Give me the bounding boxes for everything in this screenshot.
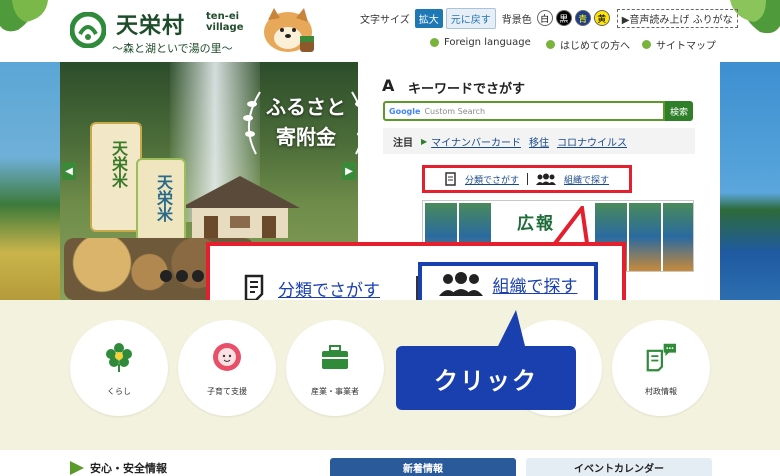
- keyword-search-icon: A: [382, 76, 395, 95]
- topic-link-migration[interactable]: 移住: [529, 134, 549, 149]
- sitemap-label: サイトマップ: [656, 41, 716, 52]
- site-title-roman: ten-ei village: [206, 11, 244, 33]
- sitemap-link[interactable]: サイトマップ: [642, 37, 716, 52]
- category-industry[interactable]: 産業・事業者: [286, 320, 384, 416]
- first-time-label: はじめての方へ: [560, 41, 630, 52]
- bg-black-button[interactable]: 黒: [555, 10, 572, 26]
- hometown-donation-line2: 寄附金: [276, 125, 336, 149]
- topic-link-corona[interactable]: コロナウイルス: [557, 134, 627, 149]
- hometown-donation-line1: ふるさと: [266, 95, 346, 119]
- category-label: 産業・事業者: [311, 387, 359, 396]
- safety-info-heading: 安心・安全情報: [70, 460, 167, 476]
- topic-link-mynumber[interactable]: マイナンバーカード: [431, 134, 521, 149]
- bg-blue-button[interactable]: 青: [574, 10, 591, 26]
- featured-topics: 注目 ▶ マイナンバーカード 移住 コロナウイルス: [383, 128, 695, 154]
- lake-photo-right: [720, 62, 780, 300]
- site-header: 天栄村 ten-ei village 〜森と湖といで湯の里〜 文字サイズ 拡大 …: [0, 0, 780, 62]
- briefcase-icon: [322, 345, 348, 369]
- baby-icon: [213, 343, 241, 371]
- zoom-find-by-category: 分類でさがす: [244, 274, 380, 302]
- slide-next-button[interactable]: ▶: [342, 162, 356, 180]
- category-label: 村政情報: [645, 387, 677, 396]
- zoom-find-by-organization-link[interactable]: 組織で探す: [493, 272, 578, 297]
- bg-yellow-button[interactable]: 黄: [593, 10, 610, 26]
- chevron-right-icon: ▶: [345, 165, 353, 177]
- hometown-donation-title: ふるさと 寄附金: [246, 92, 358, 152]
- triangle-bullet-icon: ▶: [421, 136, 428, 146]
- rice-bag: 天栄米: [90, 122, 142, 232]
- zoom-find-by-category-link[interactable]: 分類でさがす: [278, 276, 380, 301]
- tab-event-calendar[interactable]: イベントカレンダー: [526, 458, 712, 476]
- magazine-cover: [663, 203, 693, 271]
- rice-bag-label: 天栄米: [154, 174, 173, 222]
- featured-label: 注目: [393, 137, 413, 149]
- google-logo: Google: [389, 106, 421, 116]
- slide-pagination: [160, 270, 204, 282]
- document-list-icon: [244, 274, 264, 302]
- people-group-icon: [438, 272, 483, 296]
- category-label: 子育て支援: [207, 387, 247, 396]
- first-time-link[interactable]: はじめての方へ: [546, 37, 630, 52]
- slide-dot[interactable]: [160, 270, 172, 282]
- slide-prev-button[interactable]: ◀: [62, 162, 76, 180]
- bg-white-button[interactable]: 白: [536, 10, 553, 26]
- category-childcare[interactable]: 子育て支援: [178, 320, 276, 416]
- category-village-admin[interactable]: 村政情報: [612, 320, 710, 416]
- click-instruction-callout: クリック: [396, 346, 576, 410]
- search-button[interactable]: 検索: [665, 101, 693, 121]
- site-tagline: 〜森と湖といで湯の里〜: [112, 42, 233, 55]
- rice-bag-label: 天栄米: [109, 140, 128, 188]
- triangle-marker-icon: [70, 461, 84, 475]
- mascot-dog-icon: [264, 8, 314, 52]
- foreign-language-link[interactable]: Foreign language: [430, 37, 531, 48]
- read-aloud-button[interactable]: ▶音声読み上げ ふりがな: [616, 8, 738, 28]
- find-by-organization-link[interactable]: 組織で探す: [564, 173, 609, 186]
- document-list-icon: [445, 172, 456, 186]
- accessibility-toolbar: 文字サイズ 拡大 元に戻す 背景色 白 黒 青 黄 ▶音声読み上げ ふりがな: [360, 7, 738, 29]
- flower-icon: [106, 343, 132, 372]
- category-label: くらし: [107, 387, 131, 396]
- tab-news[interactable]: 新着情報: [330, 458, 516, 476]
- people-group-icon: [536, 173, 556, 185]
- document-chat-icon: [646, 343, 676, 372]
- site-title[interactable]: 天栄村: [116, 8, 185, 40]
- safety-info-label: 安心・安全情報: [90, 462, 167, 475]
- chevron-left-icon: ◀: [65, 165, 73, 177]
- foreign-language-label: Foreign language: [444, 37, 531, 48]
- bullet-icon: [546, 40, 555, 49]
- callout-tail: [496, 310, 526, 350]
- text-size-label: 文字サイズ: [360, 14, 410, 26]
- text-reset-button[interactable]: 元に戻す: [445, 7, 496, 29]
- bullet-icon: [642, 40, 651, 49]
- leaf-decoration-icon: [0, 0, 48, 32]
- landscape-photo-left: [0, 62, 60, 300]
- slide-dot[interactable]: [192, 270, 204, 282]
- divider: [527, 173, 528, 185]
- slide-dot[interactable]: [176, 270, 188, 282]
- keyword-search-title: キーワードでさがす: [408, 82, 526, 97]
- bullet-icon: [430, 38, 439, 47]
- search-placeholder: Custom Search: [424, 106, 486, 116]
- text-enlarge-button[interactable]: 拡大: [414, 8, 443, 28]
- farmhouse-illustration: [180, 176, 300, 238]
- search-input[interactable]: Google Custom Search: [383, 101, 665, 121]
- bg-color-label: 背景色: [501, 14, 532, 26]
- category-living[interactable]: くらし: [70, 320, 168, 416]
- find-by-category-link[interactable]: 分類でさがす: [465, 173, 519, 186]
- magazine-cover: [629, 203, 661, 271]
- find-links-highlight: 分類でさがす 組織で探す: [422, 165, 632, 193]
- village-logo-icon[interactable]: [70, 12, 106, 48]
